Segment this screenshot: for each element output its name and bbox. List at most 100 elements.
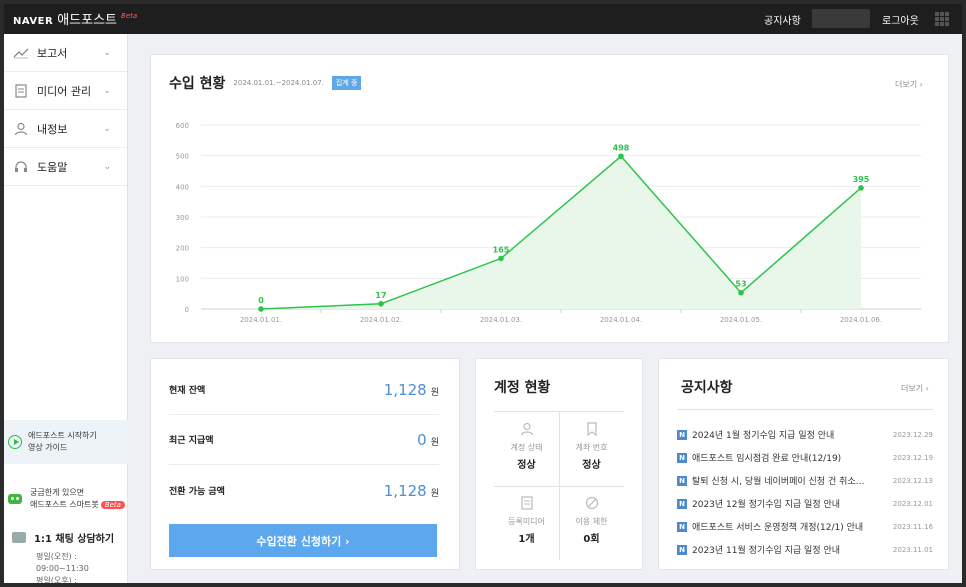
beta-badge: Beta [100, 501, 125, 509]
sidebar-item-label: 도움말 [37, 160, 68, 174]
sidebar-item-myinfo[interactable]: 내정보 ⌄ [4, 110, 127, 148]
smartbot-link[interactable]: 궁금한게 있으면 애드포스트 스마트봇 Beta [4, 478, 128, 520]
line-chart-icon [13, 46, 29, 60]
notice-title: 2023년 11월 정기수입 지급 일정 안내 [692, 546, 841, 556]
account-status-card: 계정 현황 계정 상태 정상 계좌 번호 정상 등록미디어 1개 이용 제한 0… [475, 358, 643, 570]
y-tick-label: 600 [176, 122, 189, 130]
notice-title: 탈퇴 신청 시, 당월 네이버페이 신청 건 취소… [692, 477, 865, 487]
notice-date: 2023.12.01 [892, 499, 933, 508]
balance-label: 전환 가능 금액 [169, 486, 225, 497]
naver-logo-text: NAVER [13, 16, 54, 27]
sidebar-item-report[interactable]: 보고서 ⌄ [4, 34, 127, 72]
notice-title: 2023년 12월 정기수입 지급 일정 안내 [692, 500, 841, 510]
logo[interactable]: NAVER 애드포스트 Beta [13, 9, 137, 28]
list-item[interactable]: N 2023년 11월 정기수입 지급 일정 안내 2023.11.01 [677, 538, 933, 561]
account-cell-restriction: 이용 제한 0회 [559, 486, 624, 560]
notices-title: 공지사항 [681, 380, 733, 396]
play-icon [8, 435, 22, 449]
y-tick-label: 400 [176, 183, 189, 191]
account-cell-value: 정상 [517, 460, 536, 471]
balance-unit: 원 [430, 438, 439, 448]
chevron-down-icon: ⌄ [103, 85, 111, 96]
data-label: 498 [613, 143, 630, 152]
naver-n-icon: N [677, 498, 687, 509]
income-card: 수입 현황 2024.01.01.~2024.01.07. 집계 중 더보기 ›… [150, 54, 949, 343]
chat-bubble-icon [12, 532, 26, 543]
notice-date: 2023.11.16 [892, 522, 933, 531]
x-tick-label: 2024.01.06. [840, 316, 882, 324]
x-tick-label: 2024.01.05. [720, 316, 762, 324]
income-title: 수입 현황 [169, 76, 226, 92]
notices-more-link[interactable]: 더보기 › [901, 383, 929, 394]
more-label: 더보기 [901, 384, 924, 393]
headset-icon [13, 160, 29, 174]
list-item[interactable]: N 애드포스트 서비스 운영정책 개정(12/1) 안내 2023.11.16 [677, 515, 933, 538]
document-icon [520, 496, 534, 510]
account-cell-value: 정상 [582, 460, 601, 471]
data-point [858, 185, 864, 191]
bookmark-icon [585, 422, 599, 437]
notice-title: 2024년 1월 정기수입 지급 일정 안내 [692, 431, 835, 441]
data-point [258, 306, 264, 312]
document-icon [13, 83, 29, 98]
data-point [498, 255, 504, 262]
naver-n-icon: N [677, 544, 687, 555]
balance-value: 1,128 [383, 481, 427, 500]
sidebar-item-media[interactable]: 미디어 관리 ⌄ [4, 72, 127, 110]
account-cell-media: 등록미디어 1개 [494, 486, 559, 560]
person-icon [520, 422, 534, 436]
convert-income-button[interactable]: 수입전환 신청하기 › [169, 524, 437, 557]
naver-n-icon: N [677, 429, 687, 440]
series-area [261, 156, 861, 309]
beta-mark: Beta [121, 12, 138, 20]
data-label: 17 [375, 291, 386, 300]
notice-title: 애드포스트 임시점검 완료 안내(12/19) [692, 454, 842, 464]
sidebar-item-help[interactable]: 도움말 ⌄ [4, 148, 127, 186]
account-cell-value: 0회 [583, 534, 600, 545]
chat-title: 1:1 채팅 상담하기 [34, 534, 115, 545]
sidebar-item-label: 보고서 [37, 46, 68, 60]
list-item[interactable]: N 애드포스트 임시점검 완료 안내(12/19) 2023.12.19 [677, 446, 933, 469]
chat-hours-line2: 09:00~11:30 [36, 564, 89, 573]
data-label: 0 [258, 296, 264, 305]
naver-n-icon: N [677, 452, 687, 463]
sidebar-item-label: 내정보 [37, 122, 68, 136]
person-icon [13, 122, 29, 136]
account-cell-status: 계정 상태 정상 [494, 412, 559, 486]
top-bar: NAVER 애드포스트 Beta 공지사항 로그아웃 [4, 4, 962, 34]
more-label: 더보기 [895, 80, 918, 89]
balance-unit: 원 [430, 388, 439, 398]
y-tick-label: 500 [176, 153, 189, 161]
top-notice-link[interactable]: 공지사항 [764, 12, 801, 27]
logout-link[interactable]: 로그아웃 [882, 12, 919, 27]
y-tick-label: 200 [176, 245, 189, 253]
balance-value: 0 [417, 431, 427, 449]
chevron-down-icon: ⌄ [103, 161, 111, 172]
balance-label: 최근 지급액 [169, 436, 214, 446]
data-label: 165 [493, 245, 510, 254]
apps-grid-icon[interactable] [935, 12, 949, 26]
notice-date: 2023.12.29 [892, 430, 933, 439]
account-title: 계정 현황 [494, 380, 551, 396]
income-period: 2024.01.01.~2024.01.07. [233, 79, 324, 87]
notice-date: 2023.12.13 [892, 476, 933, 485]
notices-card: 공지사항 더보기 › N 2024년 1월 정기수입 지급 일정 안내 2023.1… [658, 358, 949, 570]
y-tick-label: 100 [176, 275, 189, 283]
notice-list: N 2024년 1월 정기수입 지급 일정 안내 2023.12.29 N 애드포스트… [677, 423, 933, 561]
data-point [378, 300, 384, 307]
income-more-link[interactable]: 더보기 › [895, 79, 923, 90]
account-cell-value: 1개 [518, 534, 535, 545]
adpost-logo-text: 애드포스트 [57, 13, 118, 28]
list-item[interactable]: N 탈퇴 신청 시, 당월 네이버페이 신청 건 취소… 2023.12.13 [677, 469, 933, 492]
list-item[interactable]: N 2024년 1월 정기수입 지급 일정 안내 2023.12.29 [677, 423, 933, 446]
x-tick-label: 2024.01.04. [600, 316, 642, 324]
chat-hours-line3: 평일(오후) : [36, 576, 77, 583]
start-guide-video-link[interactable]: 애드포스트 시작하기 영상 가이드 [4, 420, 128, 464]
sidebar-item-label: 미디어 관리 [37, 84, 92, 98]
x-tick-label: 2024.01.01. [240, 316, 282, 324]
list-item[interactable]: N 2023년 12월 정기수입 지급 일정 안내 2023.12.01 [677, 492, 933, 515]
chevron-down-icon: ⌄ [103, 123, 111, 134]
chat-consult: 1:1 채팅 상담하기 평일(오전) : 09:00~11:30 평일(오후) … [12, 530, 126, 583]
chat-consult-link[interactable]: 1:1 채팅 상담하기 [12, 530, 126, 545]
y-tick-label: 300 [176, 214, 189, 222]
